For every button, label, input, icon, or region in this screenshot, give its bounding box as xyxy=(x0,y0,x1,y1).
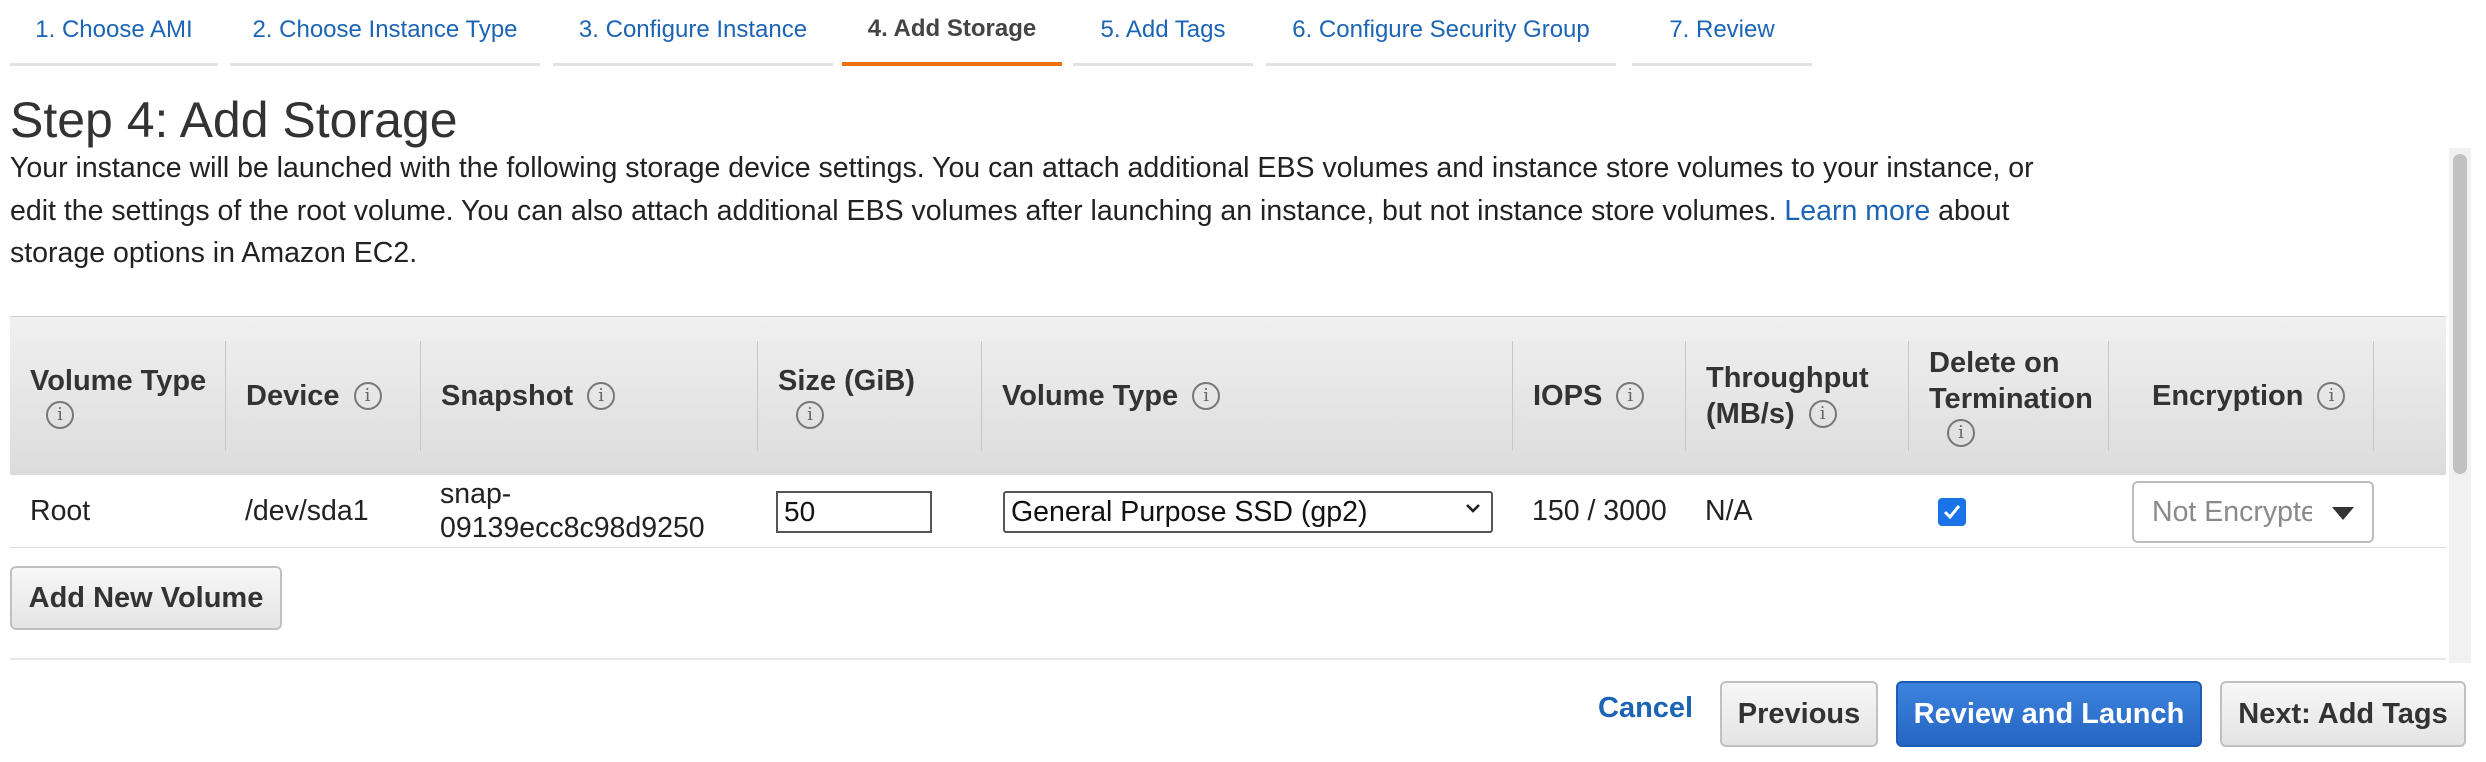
add-new-volume-button[interactable]: Add New Volume xyxy=(10,566,282,630)
info-icon[interactable]: i xyxy=(587,382,616,410)
info-icon[interactable]: i xyxy=(1947,419,1975,447)
column-divider xyxy=(225,341,226,451)
tab-configure-instance[interactable]: 3. Configure Instance xyxy=(553,0,833,66)
cell-throughput: N/A xyxy=(1705,494,1753,527)
header-label: Volume Type xyxy=(1002,380,1179,412)
tab-add-storage[interactable]: 4. Add Storage xyxy=(842,0,1062,66)
chevron-down-icon xyxy=(1466,504,1480,513)
review-and-launch-button[interactable]: Review and Launch xyxy=(1896,681,2202,747)
column-divider xyxy=(2373,341,2374,451)
tab-configure-security-group[interactable]: 6. Configure Security Group xyxy=(1266,0,1616,66)
info-icon[interactable]: i xyxy=(1192,382,1221,410)
info-icon[interactable]: i xyxy=(1616,382,1645,410)
header-size: Size (GiB) i xyxy=(778,317,978,475)
header-encryption: Encryption i xyxy=(2152,317,2372,475)
header-label: Delete on xyxy=(1929,347,2060,379)
next-add-tags-button[interactable]: Next: Add Tags xyxy=(2220,681,2466,747)
header-label: Termination xyxy=(1929,383,2093,415)
column-divider xyxy=(420,341,421,451)
encryption-select[interactable]: Not Encrypted xyxy=(2132,481,2374,543)
cell-device: /dev/sda1 xyxy=(245,494,369,527)
wizard-tabs: 1. Choose AMI 2. Choose Instance Type 3.… xyxy=(10,0,1812,68)
info-icon[interactable]: i xyxy=(353,382,382,410)
volume-type-select[interactable]: General Purpose SSD (gp2) xyxy=(1003,491,1493,533)
column-divider xyxy=(1908,341,1909,451)
header-throughput: Throughput (MB/s) i xyxy=(1706,317,1906,475)
previous-button[interactable]: Previous xyxy=(1720,681,1878,747)
description-text: Your instance will be launched with the … xyxy=(10,152,2034,227)
page-description: Your instance will be launched with the … xyxy=(10,147,2060,275)
header-label: Snapshot xyxy=(441,380,574,412)
snapshot-id-part1: snap- xyxy=(440,478,512,510)
cancel-link[interactable]: Cancel xyxy=(1598,692,1693,725)
header-volume-type-select: Volume Type i xyxy=(1002,317,1502,475)
vertical-scrollbar[interactable] xyxy=(2449,148,2471,663)
header-label: Device xyxy=(246,380,340,412)
encryption-select-value: Not Encrypted xyxy=(2152,495,2312,528)
column-divider xyxy=(1512,341,1513,451)
table-row: Root /dev/sda1 snap- 09139ecc8c98d9250 G… xyxy=(10,475,2446,548)
volume-type-select-value: General Purpose SSD (gp2) xyxy=(1011,495,1368,528)
tab-review[interactable]: 7. Review xyxy=(1632,0,1812,66)
info-icon[interactable]: i xyxy=(46,401,74,429)
caret-down-icon xyxy=(2332,507,2354,520)
size-input[interactable] xyxy=(776,491,932,533)
cell-snapshot: snap- 09139ecc8c98d9250 xyxy=(440,475,705,547)
info-icon[interactable]: i xyxy=(796,401,824,429)
tab-add-tags[interactable]: 5. Add Tags xyxy=(1073,0,1253,66)
header-label: Size (GiB) xyxy=(778,365,915,397)
column-divider xyxy=(1685,341,1686,451)
column-divider xyxy=(757,341,758,451)
storage-table-header: Volume Type i Device i Snapshot i Size (Gi… xyxy=(10,316,2446,476)
header-label: IOPS xyxy=(1533,380,1603,412)
header-volume-type: Volume Type i xyxy=(30,317,220,475)
learn-more-link[interactable]: Learn more xyxy=(1784,195,1930,227)
header-label: Volume Type xyxy=(30,365,207,397)
header-label: (MB/s) xyxy=(1706,398,1795,430)
header-label: Encryption xyxy=(2152,380,2304,412)
header-device: Device i xyxy=(246,317,426,475)
cell-volume-type: Root xyxy=(30,494,91,527)
delete-on-termination-checkbox[interactable] xyxy=(1938,498,1966,526)
page-title: Step 4: Add Storage xyxy=(10,92,458,148)
snapshot-id-part2: 09139ecc8c98d9250 xyxy=(440,512,705,544)
header-iops: IOPS i xyxy=(1533,317,1683,475)
check-icon xyxy=(1943,505,1961,520)
cell-iops: 150 / 3000 xyxy=(1532,494,1667,527)
info-icon[interactable]: i xyxy=(2317,382,2346,410)
scrollbar-thumb[interactable] xyxy=(2453,154,2467,474)
info-icon[interactable]: i xyxy=(1808,400,1837,428)
footer-divider xyxy=(10,658,2446,660)
tab-choose-instance-type[interactable]: 2. Choose Instance Type xyxy=(230,0,540,66)
header-delete-on-termination: Delete on Termination i xyxy=(1929,317,2119,475)
header-label: Throughput xyxy=(1706,362,1869,394)
column-divider xyxy=(2108,341,2109,451)
column-divider xyxy=(981,341,982,451)
tab-choose-ami[interactable]: 1. Choose AMI xyxy=(10,0,218,66)
header-snapshot: Snapshot i xyxy=(441,317,741,475)
